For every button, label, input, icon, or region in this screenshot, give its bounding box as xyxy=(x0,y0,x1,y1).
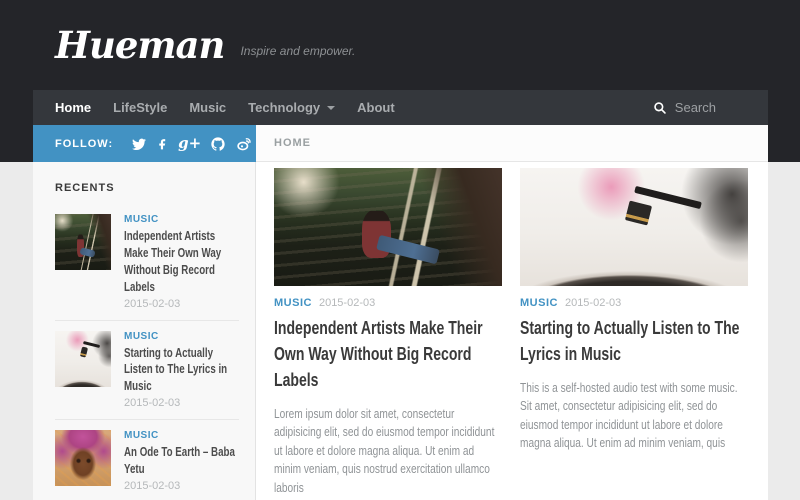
recent-title[interactable]: Independent Artists Make Their Own Way W… xyxy=(124,228,239,296)
post-title[interactable]: Independent Artists Make Their Own Way W… xyxy=(274,316,502,394)
recent-category[interactable]: MUSIC xyxy=(124,430,239,441)
child-portrait-image xyxy=(55,430,111,486)
post-excerpt: Lorem ipsum dolor sit amet, consectetur … xyxy=(274,405,502,497)
recent-category[interactable]: MUSIC xyxy=(124,214,239,225)
recent-date: 2015-02-03 xyxy=(124,480,239,492)
nav-item-home[interactable]: Home xyxy=(44,90,102,125)
recent-thumb[interactable] xyxy=(55,430,111,486)
post-date: 2015-02-03 xyxy=(565,297,621,309)
recent-post[interactable]: MUSIC Starting to Actually Listen to The… xyxy=(55,320,239,420)
recent-category[interactable]: MUSIC xyxy=(124,331,239,342)
post-date: 2015-02-03 xyxy=(319,297,375,309)
recent-post[interactable]: MUSIC Independent Artists Make Their Own… xyxy=(55,204,239,320)
post-card: MUSIC 2015-02-03 Independent Artists Mak… xyxy=(274,168,502,497)
recent-thumb[interactable] xyxy=(55,331,111,387)
nav-item-music[interactable]: Music xyxy=(178,90,237,125)
follow-bar: FOLLOW: g+ xyxy=(33,125,256,162)
railroad-guitar-image xyxy=(274,168,502,286)
nav-item-about[interactable]: About xyxy=(346,90,406,125)
post-image[interactable] xyxy=(520,168,748,286)
breadcrumb: HOME xyxy=(256,125,768,162)
facebook-icon[interactable] xyxy=(156,137,169,151)
post-card: MUSIC 2015-02-03 Starting to Actually Li… xyxy=(520,168,748,497)
site-header: Hueman Inspire and empower. xyxy=(33,0,768,90)
recent-date: 2015-02-03 xyxy=(124,298,239,310)
post-image[interactable] xyxy=(274,168,502,286)
main-nav: Home LifeStyle Music Technology About Se… xyxy=(33,90,768,125)
turntable-image xyxy=(55,331,111,387)
post-title[interactable]: Starting to Actually Listen to The Lyric… xyxy=(520,316,748,368)
recent-post[interactable]: MUSIC An Ode To Earth – Baba Yetu 2015-0… xyxy=(55,419,239,500)
sidebar: RECENTS MUSIC Independent Artists Make T… xyxy=(33,162,256,500)
post-category[interactable]: MUSIC xyxy=(520,297,558,309)
post-category[interactable]: MUSIC xyxy=(274,297,312,309)
recent-title[interactable]: An Ode To Earth – Baba Yetu xyxy=(124,444,239,478)
recent-title[interactable]: Starting to Actually Listen to The Lyric… xyxy=(124,345,239,396)
site-tagline: Inspire and empower. xyxy=(240,44,355,58)
turntable-image xyxy=(520,168,748,286)
search-icon xyxy=(653,101,667,115)
main-content: MUSIC 2015-02-03 Independent Artists Mak… xyxy=(256,162,768,500)
recent-date: 2015-02-03 xyxy=(124,397,239,409)
recent-thumb[interactable] xyxy=(55,214,111,270)
weibo-icon[interactable] xyxy=(235,136,253,152)
post-excerpt: This is a self-hosted audio test with so… xyxy=(520,379,748,453)
breadcrumb-home[interactable]: HOME xyxy=(274,137,311,149)
google-plus-icon[interactable]: g+ xyxy=(178,136,201,151)
search-button[interactable]: Search xyxy=(653,90,716,125)
nav-item-technology[interactable]: Technology xyxy=(237,90,346,125)
chevron-down-icon xyxy=(327,106,335,110)
search-label: Search xyxy=(675,100,716,115)
github-icon[interactable] xyxy=(210,136,226,152)
railroad-guitar-image xyxy=(55,214,111,270)
top-bar: FOLLOW: g+ HOME xyxy=(33,125,768,162)
twitter-icon[interactable] xyxy=(131,136,147,152)
nav-item-lifestyle[interactable]: LifeStyle xyxy=(102,90,178,125)
social-icons: g+ xyxy=(131,136,276,152)
recents-heading: RECENTS xyxy=(55,182,239,194)
page: Hueman Inspire and empower. Home LifeSty… xyxy=(0,0,800,500)
site-logo[interactable]: Hueman xyxy=(33,23,224,67)
follow-label: FOLLOW: xyxy=(55,138,113,150)
